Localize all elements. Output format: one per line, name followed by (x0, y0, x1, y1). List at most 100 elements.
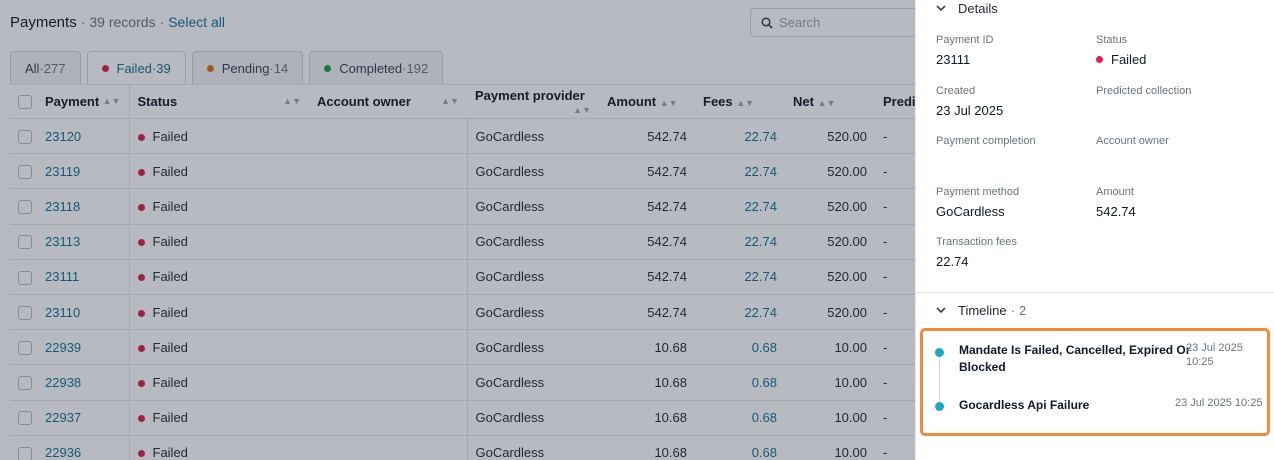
account-owner-cell (309, 329, 467, 366)
payment-id-cell[interactable]: 23120 (37, 118, 129, 155)
field-created: Created 23 Jul 2025 (936, 85, 1086, 118)
column-header-account-owner[interactable]: Account owner ▲▼ (309, 84, 467, 119)
predicted-cell: - (875, 329, 915, 366)
table-row[interactable]: 23118 Failed GoCardless 542.74 22.74 520.00- (10, 188, 915, 225)
column-header-fees[interactable]: Fees ▲▼ (695, 84, 785, 119)
row-checkbox-cell[interactable] (10, 118, 37, 155)
row-checkbox-cell[interactable] (10, 364, 37, 401)
table-row[interactable]: 22939 Failed GoCardless 10.68 0.68 10.00- (10, 329, 915, 366)
column-label: Status (137, 94, 178, 109)
payment-id-link[interactable]: 23119 (45, 164, 80, 179)
amount-cell: 542.74 (599, 118, 695, 155)
row-checkbox[interactable] (18, 341, 32, 355)
amount-cell: 542.74 (599, 294, 695, 331)
column-label: Fees (703, 94, 733, 109)
column-label: Account owner (317, 94, 411, 109)
table-row[interactable]: 23113 Failed GoCardless 542.74 22.74 520.00- (10, 224, 915, 260)
row-checkbox-cell[interactable] (10, 188, 37, 225)
select-all-checkbox-cell[interactable] (10, 84, 37, 119)
column-header-payment[interactable]: Payment ▲▼ (37, 84, 129, 119)
table-row[interactable]: 23111 Failed GoCardless 542.74 22.74 520.00- (10, 259, 915, 295)
timeline-event-time: 23 Jul 2025 10:25 (1175, 397, 1263, 409)
search-input[interactable]: Search (750, 8, 915, 37)
column-header-payment-provider[interactable]: Payment provider ▲▼ (467, 84, 599, 119)
tab-pending[interactable]: Pending · 14 (191, 51, 304, 84)
status-text: Failed (152, 198, 188, 214)
column-header-amount[interactable]: Amount ▲▼ (599, 84, 695, 119)
timeline-event-title: Gocardless Api Failure (959, 398, 1090, 412)
predicted-cell: - (875, 400, 915, 436)
tab-label: Completed (339, 60, 403, 76)
row-checkbox[interactable] (18, 270, 32, 285)
select-all-link[interactable]: Select all (168, 14, 225, 30)
row-checkbox[interactable] (18, 376, 32, 391)
details-section-header[interactable]: Details (936, 0, 998, 17)
payment-id-link[interactable]: 23120 (45, 129, 81, 144)
table-row[interactable]: 22937 Failed GoCardless 10.68 0.68 10.00- (10, 400, 915, 436)
payment-id-cell[interactable]: 23118 (37, 188, 129, 225)
payment-id-cell[interactable]: 23113 (37, 224, 129, 260)
account-owner-cell (309, 364, 467, 401)
tab-count: 39 (156, 60, 171, 76)
column-label: Predi (883, 94, 915, 109)
net-cell: 520.00 (785, 259, 875, 295)
row-checkbox-cell[interactable] (10, 435, 37, 460)
column-header-net[interactable]: Net ▲▼ (785, 84, 875, 119)
fees-value: 0.68 (751, 410, 777, 426)
payment-id-cell[interactable]: 22937 (37, 400, 129, 436)
select-all-checkbox[interactable] (18, 95, 32, 110)
tab-all[interactable]: All · 277 (10, 51, 81, 84)
column-header-predicted[interactable]: Predi (875, 84, 915, 119)
row-checkbox[interactable] (18, 200, 32, 215)
payment-id-link[interactable]: 23113 (45, 234, 80, 249)
account-owner-cell (309, 294, 467, 331)
header-separator: · (80, 14, 86, 30)
row-checkbox[interactable] (18, 446, 32, 460)
payment-id-link[interactable]: 22939 (45, 340, 81, 355)
row-checkbox-cell[interactable] (10, 224, 37, 260)
fees-value: 22.74 (744, 269, 777, 285)
payment-id-cell[interactable]: 22936 (37, 435, 129, 460)
tab-failed[interactable]: Failed · 39 (86, 51, 186, 84)
payment-id-link[interactable]: 23110 (45, 305, 80, 320)
table-row[interactable]: 23120 Failed GoCardless 542.74 22.74 520.00- (10, 118, 915, 155)
column-header-status[interactable]: Status ▲▼ (128, 84, 309, 119)
field-label: Account owner (1096, 135, 1169, 147)
payment-id-link[interactable]: 22938 (45, 375, 81, 390)
payment-id-cell[interactable]: 23119 (37, 153, 129, 190)
pending-dot-icon (206, 64, 214, 72)
status-failed-dot-icon (137, 204, 145, 212)
amount-cell: 10.68 (599, 329, 695, 366)
row-checkbox[interactable] (18, 411, 32, 426)
payment-id-cell[interactable]: 22939 (37, 329, 129, 366)
payment-id-link[interactable]: 22936 (45, 445, 81, 460)
row-checkbox[interactable] (18, 165, 32, 180)
table-row[interactable]: 23110 Failed GoCardless 542.74 22.74 520.00- (10, 294, 915, 331)
table-row[interactable]: 23119 Failed GoCardless 542.74 22.74 520.00- (10, 153, 915, 190)
row-checkbox-cell[interactable] (10, 329, 37, 366)
payment-id-link[interactable]: 23118 (45, 199, 80, 214)
table-row[interactable]: 22936 Failed GoCardless 10.68 0.68 10.00- (10, 435, 915, 460)
payment-id-cell[interactable]: 23111 (37, 259, 129, 295)
field-label: Payment ID (936, 34, 994, 46)
table-row[interactable]: 22938 Failed GoCardless 10.68 0.68 10.00- (10, 364, 915, 401)
payments-list-view: Payments · 39 records · Select all Searc… (0, 0, 915, 460)
tab-completed[interactable]: Completed · 192 (309, 51, 444, 84)
completed-dot-icon (324, 64, 332, 72)
payment-id-link[interactable]: 23111 (45, 269, 79, 284)
row-checkbox[interactable] (18, 129, 32, 144)
row-checkbox-cell[interactable] (10, 294, 37, 331)
payment-id-link[interactable]: 22937 (45, 410, 81, 425)
row-checkbox-cell[interactable] (10, 400, 37, 436)
timeline-dot-icon (935, 348, 944, 357)
payment-id-cell[interactable]: 23110 (37, 294, 129, 331)
fees-value: 0.68 (751, 374, 777, 390)
field-payment-method: Payment method GoCardless (936, 186, 1086, 219)
status-cell: Failed (128, 188, 309, 225)
payment-id-cell[interactable]: 22938 (37, 364, 129, 401)
row-checkbox-cell[interactable] (10, 259, 37, 295)
timeline-section-header[interactable]: Timeline · 2 (936, 302, 1026, 319)
row-checkbox-cell[interactable] (10, 153, 37, 190)
row-checkbox[interactable] (18, 305, 32, 320)
row-checkbox[interactable] (18, 235, 32, 250)
